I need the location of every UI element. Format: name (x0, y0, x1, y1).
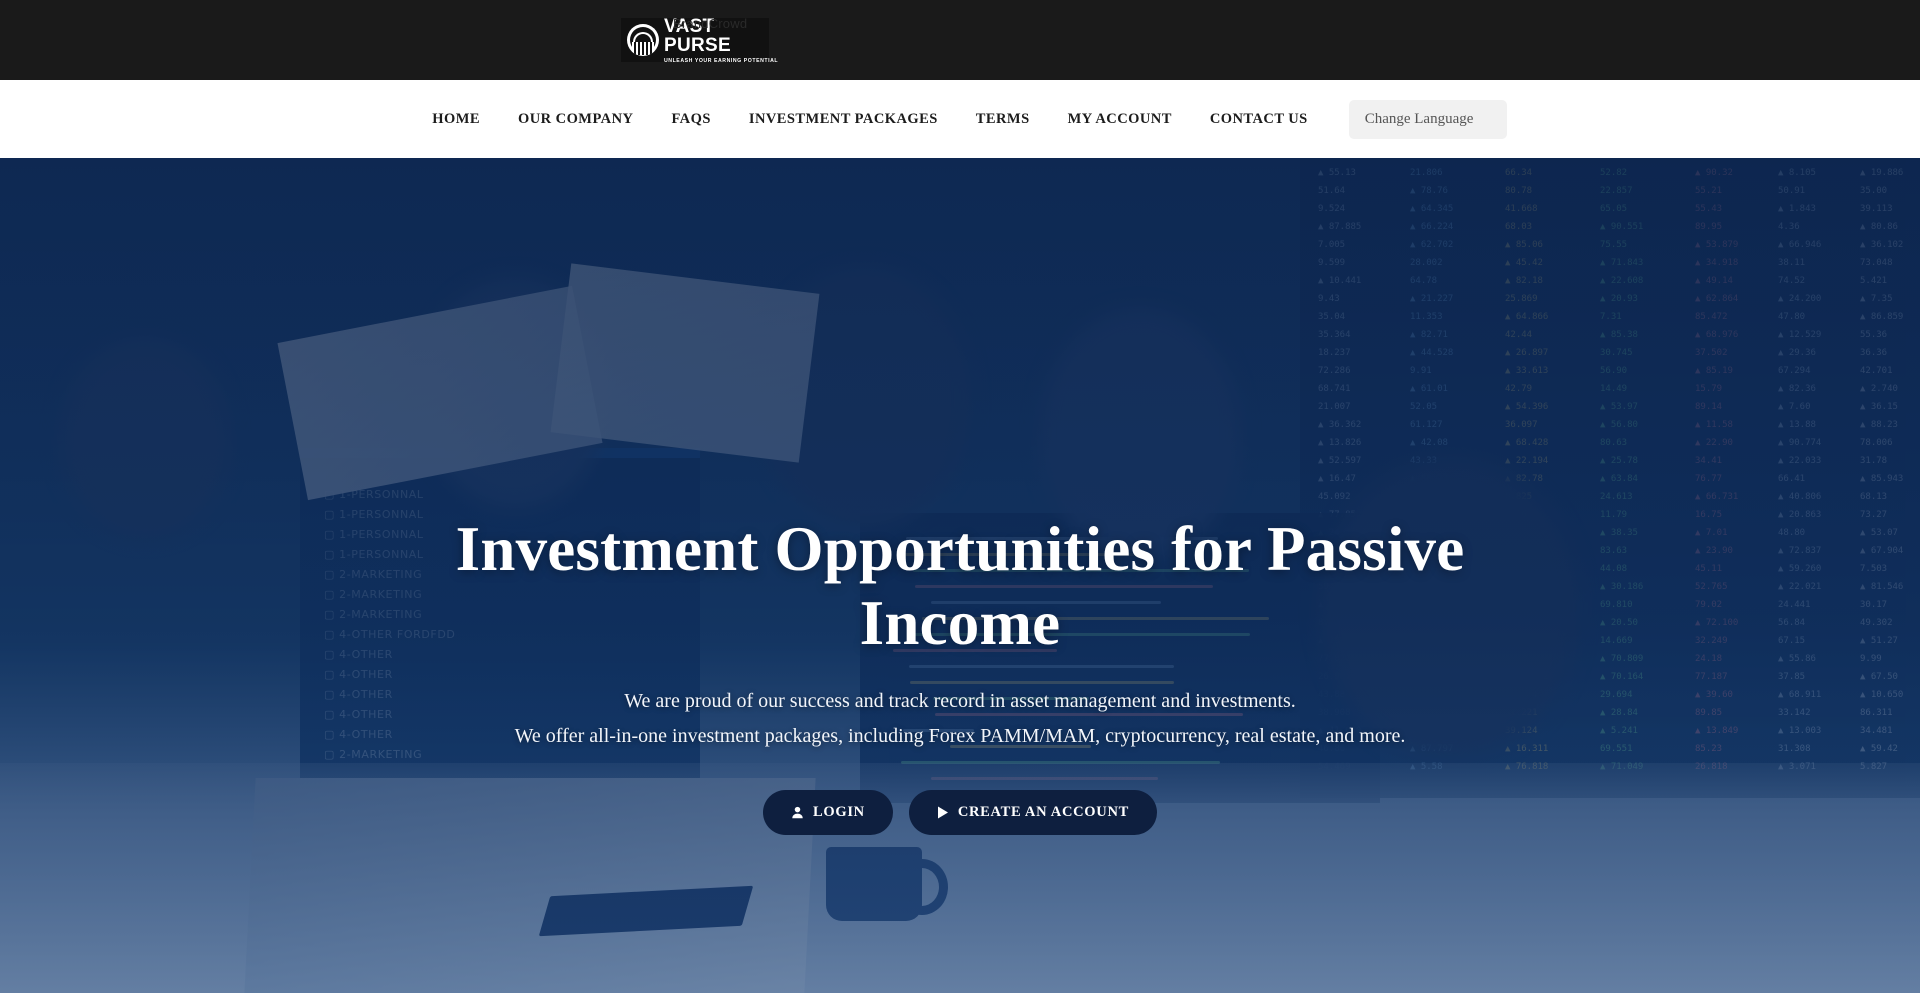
hero-action-buttons: LOGIN CREATE AN ACCOUNT (763, 790, 1157, 835)
change-language-select[interactable]: Change Language (1349, 100, 1507, 139)
main-navigation: HOME OUR COMPANY FAQS INVESTMENT PACKAGE… (0, 80, 1920, 158)
brand-name: VAST PURSE (664, 17, 778, 55)
hero-title: Investment Opportunities for Passive Inc… (400, 513, 1520, 660)
create-account-button-label: CREATE AN ACCOUNT (958, 804, 1129, 821)
play-icon (937, 806, 949, 819)
login-button-label: LOGIN (813, 804, 865, 821)
nav-item-faqs[interactable]: FAQS (652, 111, 729, 128)
hero-subtitle-line-1: We are proud of our success and track re… (624, 686, 1295, 717)
user-icon (791, 806, 804, 819)
brand-logo[interactable]: VAST PURSE UNLEASH YOUR EARNING POTENTIA… (621, 18, 769, 62)
nav-item-my-account[interactable]: MY ACCOUNT (1049, 111, 1191, 128)
top-header-bar: VAST PURSE UNLEASH YOUR EARNING POTENTIA… (0, 0, 1920, 80)
nav-item-contact-us[interactable]: CONTACT US (1191, 111, 1327, 128)
hero-section: ▲ 55.13 51.64 9.524▲ 87.885 7.005 9.599▲… (0, 158, 1920, 993)
brand-tagline: UNLEASH YOUR EARNING POTENTIAL (664, 58, 778, 64)
login-button[interactable]: LOGIN (763, 790, 893, 835)
hero-subtitle-line-2: We offer all-in-one investment packages,… (515, 721, 1406, 752)
nav-item-home[interactable]: HOME (413, 111, 499, 128)
purse-emblem-icon (627, 24, 659, 56)
nav-item-our-company[interactable]: OUR COMPANY (499, 111, 652, 128)
nav-item-investment-packages[interactable]: INVESTMENT PACKAGES (730, 111, 957, 128)
nav-links: HOME OUR COMPANY FAQS INVESTMENT PACKAGE… (413, 100, 1506, 139)
hero-content: Investment Opportunities for Passive Inc… (0, 158, 1920, 993)
create-account-button[interactable]: CREATE AN ACCOUNT (909, 790, 1157, 835)
nav-item-terms[interactable]: TERMS (957, 111, 1049, 128)
